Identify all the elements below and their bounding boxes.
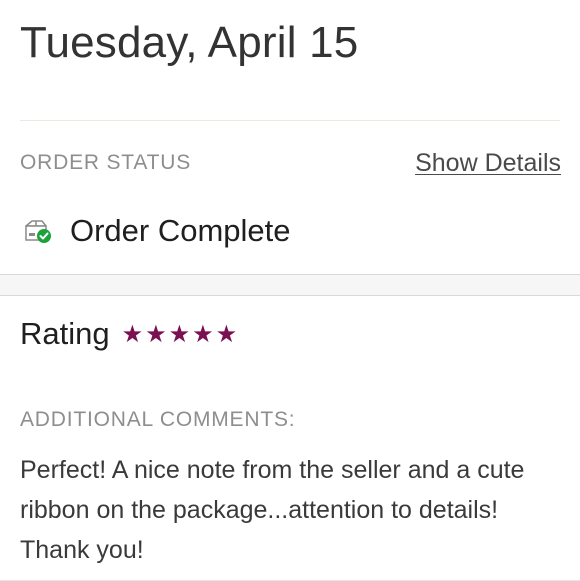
rating-stars: ★ ★ ★ ★ ★ xyxy=(122,323,240,347)
divider xyxy=(20,120,560,121)
star-icon: ★ xyxy=(121,321,144,348)
rating-row: Rating ★ ★ ★ ★ ★ xyxy=(20,316,239,352)
star-icon: ★ xyxy=(168,321,191,348)
rating-label: Rating xyxy=(20,316,110,351)
star-icon: ★ xyxy=(215,321,238,348)
box-check-icon xyxy=(22,218,52,244)
additional-comments-label: ADDITIONAL COMMENTS: xyxy=(20,408,296,431)
order-status-row: Order Complete xyxy=(22,210,291,252)
section-separator xyxy=(0,274,580,296)
star-icon: ★ xyxy=(192,321,214,348)
order-status-label: ORDER STATUS xyxy=(20,151,191,174)
additional-comments-text: Perfect! A nice note from the seller and… xyxy=(20,456,525,564)
page-title-date: Tuesday, April 15 xyxy=(20,18,359,67)
order-status-text: Order Complete xyxy=(70,213,291,248)
order-details-page: Tuesday, April 15 ORDER STATUS Show Deta… xyxy=(0,0,580,581)
star-icon: ★ xyxy=(145,321,167,348)
show-details-link[interactable]: Show Details xyxy=(415,149,561,178)
